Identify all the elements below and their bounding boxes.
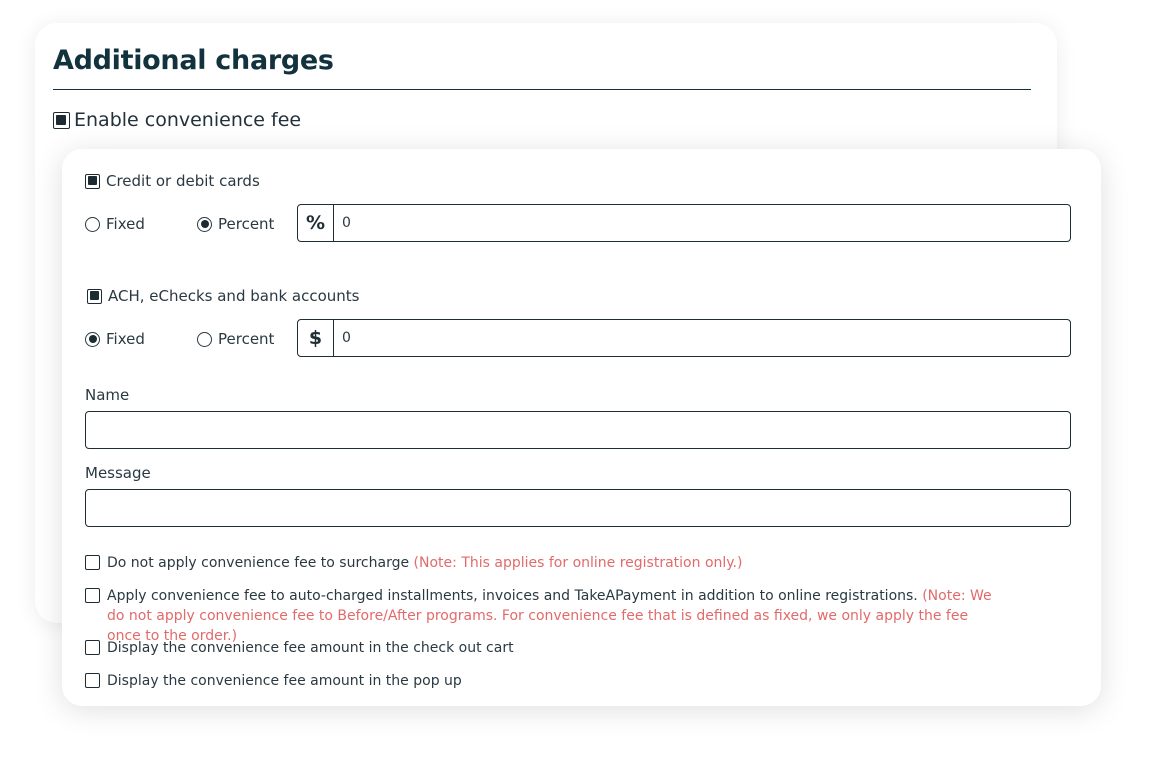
message-input[interactable] [85, 489, 1071, 527]
credit-fee-type-group: Fixed Percent [85, 215, 274, 233]
display-fee-in-cart-option[interactable]: Display the convenience fee amount in th… [85, 638, 1005, 658]
credit-fixed-radio[interactable]: Fixed [85, 215, 197, 233]
display-fee-in-popup-option[interactable]: Display the convenience fee amount in th… [85, 671, 1005, 691]
credit-percent-radio[interactable]: Percent [197, 215, 274, 233]
credit-fee-input-group: % [297, 204, 1071, 242]
option-label: Apply convenience fee to auto-charged in… [107, 588, 918, 604]
credit-debit-cards-label: Credit or debit cards [106, 172, 260, 190]
option-note: (Note: This applies for online registrat… [413, 555, 743, 571]
radio-icon[interactable] [85, 216, 100, 232]
ach-fixed-radio[interactable]: Fixed [85, 330, 197, 348]
ach-percent-label: Percent [218, 330, 275, 348]
ach-percent-radio[interactable]: Percent [197, 330, 274, 348]
checkbox-icon[interactable] [85, 173, 100, 189]
checkbox-icon[interactable] [85, 555, 100, 570]
option-text: Apply convenience fee to auto-charged in… [107, 586, 1005, 646]
page-title: Additional charges [53, 45, 334, 76]
ach-fee-input[interactable] [334, 320, 1070, 356]
checkbox-icon[interactable] [85, 640, 100, 655]
name-label: Name [85, 386, 130, 404]
ach-fee-input-group: $ [297, 319, 1071, 357]
name-input[interactable] [85, 411, 1071, 449]
enable-convenience-fee-label: Enable convenience fee [74, 109, 302, 131]
credit-debit-cards-checkbox[interactable]: Credit or debit cards [85, 172, 260, 190]
ach-fee-type-group: Fixed Percent [85, 330, 274, 348]
ach-fixed-label: Fixed [106, 330, 145, 348]
radio-icon[interactable] [197, 331, 212, 347]
ach-checkbox[interactable]: ACH, eChecks and bank accounts [87, 287, 359, 305]
ach-label: ACH, eChecks and bank accounts [108, 287, 360, 305]
checkbox-icon[interactable] [87, 288, 102, 304]
checkbox-icon[interactable] [53, 111, 70, 129]
option-label: Do not apply convenience fee to surcharg… [107, 555, 410, 571]
option-text: Do not apply convenience fee to surcharg… [107, 553, 742, 573]
message-label: Message [85, 464, 151, 482]
radio-selected-icon[interactable] [197, 216, 212, 232]
dollar-symbol-addon: $ [298, 320, 334, 356]
checkbox-icon[interactable] [85, 673, 100, 688]
no-fee-on-surcharge-option[interactable]: Do not apply convenience fee to surcharg… [85, 553, 1005, 573]
title-divider [53, 89, 1031, 90]
convenience-fee-settings-panel: Credit or debit cards Fixed Percent % AC… [62, 149, 1101, 706]
enable-convenience-fee-checkbox[interactable]: Enable convenience fee [53, 109, 301, 131]
credit-fee-input[interactable] [334, 205, 1070, 241]
option-label: Display the convenience fee amount in th… [107, 673, 462, 689]
credit-percent-label: Percent [218, 215, 275, 233]
option-label: Display the convenience fee amount in th… [107, 640, 514, 656]
percent-symbol-addon: % [298, 205, 334, 241]
credit-fixed-label: Fixed [106, 215, 145, 233]
checkbox-icon[interactable] [85, 588, 100, 603]
apply-fee-to-auto-charged-option[interactable]: Apply convenience fee to auto-charged in… [85, 586, 1005, 646]
radio-selected-icon[interactable] [85, 331, 100, 347]
